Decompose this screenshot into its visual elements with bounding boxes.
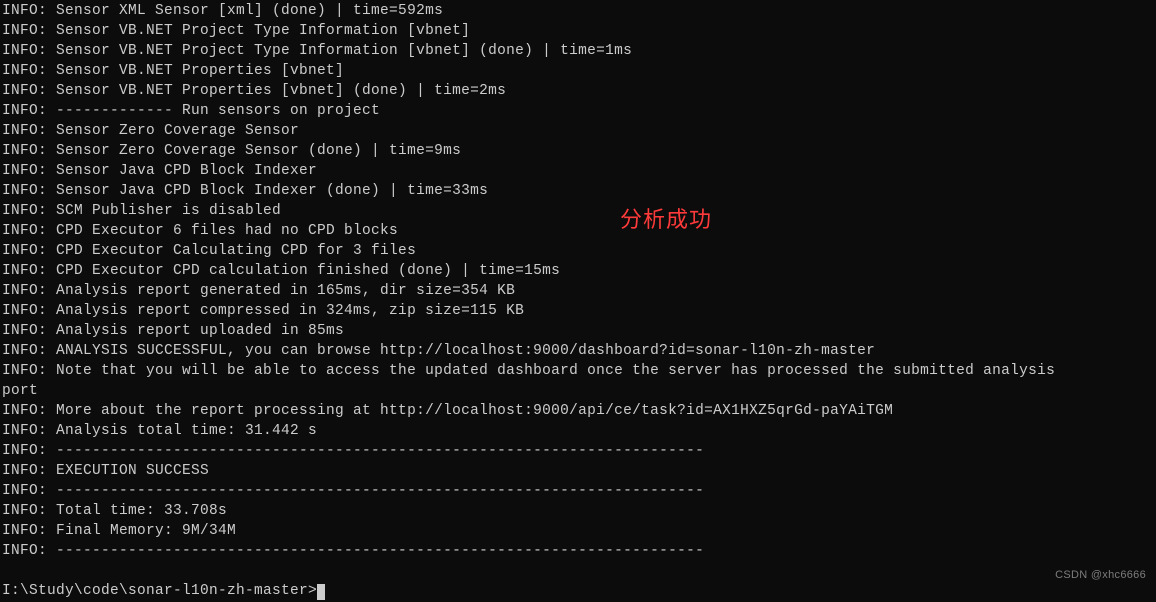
terminal-output: INFO: Sensor XML Sensor [xml] (done) | t… xyxy=(0,0,1156,602)
log-line: INFO: CPD Executor CPD calculation finis… xyxy=(2,261,1154,281)
log-line: INFO: Sensor VB.NET Properties [vbnet] (… xyxy=(2,81,1154,101)
log-line: INFO: Analysis report compressed in 324m… xyxy=(2,301,1154,321)
log-line: INFO: Sensor XML Sensor [xml] (done) | t… xyxy=(2,1,1154,21)
log-line: INFO: Sensor Zero Coverage Sensor xyxy=(2,121,1154,141)
log-line: INFO: Analysis report uploaded in 85ms xyxy=(2,321,1154,341)
log-line: INFO: ----------------------------------… xyxy=(2,541,1154,561)
log-line: INFO: Total time: 33.708s xyxy=(2,501,1154,521)
log-line: INFO: ----------------------------------… xyxy=(2,441,1154,461)
command-prompt[interactable]: I:\Study\code\sonar-l10n-zh-master> xyxy=(2,581,1154,601)
log-line: INFO: Analysis total time: 31.442 s xyxy=(2,421,1154,441)
log-line: INFO: ----------------------------------… xyxy=(2,481,1154,501)
log-line: INFO: Final Memory: 9M/34M xyxy=(2,521,1154,541)
log-line: INFO: CPD Executor Calculating CPD for 3… xyxy=(2,241,1154,261)
log-line: INFO: Note that you will be able to acce… xyxy=(2,361,1154,381)
log-line: port xyxy=(2,381,1154,401)
log-line: INFO: Sensor Zero Coverage Sensor (done)… xyxy=(2,141,1154,161)
log-line: INFO: Sensor VB.NET Project Type Informa… xyxy=(2,41,1154,61)
annotation-label: 分析成功 xyxy=(620,210,712,230)
watermark: CSDN @xhc6666 xyxy=(1055,565,1146,585)
log-line: INFO: Analysis report generated in 165ms… xyxy=(2,281,1154,301)
log-line: INFO: CPD Executor 6 files had no CPD bl… xyxy=(2,221,1154,241)
log-line: INFO: Sensor Java CPD Block Indexer xyxy=(2,161,1154,181)
log-line: INFO: ANALYSIS SUCCESSFUL, you can brows… xyxy=(2,341,1154,361)
log-line: INFO: EXECUTION SUCCESS xyxy=(2,461,1154,481)
log-line: INFO: Sensor VB.NET Project Type Informa… xyxy=(2,21,1154,41)
prompt-path: I:\Study\code\sonar-l10n-zh-master> xyxy=(2,583,317,599)
log-line: INFO: Sensor Java CPD Block Indexer (don… xyxy=(2,181,1154,201)
log-line: INFO: Sensor VB.NET Properties [vbnet] xyxy=(2,61,1154,81)
log-line: INFO: SCM Publisher is disabled xyxy=(2,201,1154,221)
log-line: INFO: More about the report processing a… xyxy=(2,401,1154,421)
cursor xyxy=(317,584,325,600)
log-line: INFO: ------------- Run sensors on proje… xyxy=(2,101,1154,121)
